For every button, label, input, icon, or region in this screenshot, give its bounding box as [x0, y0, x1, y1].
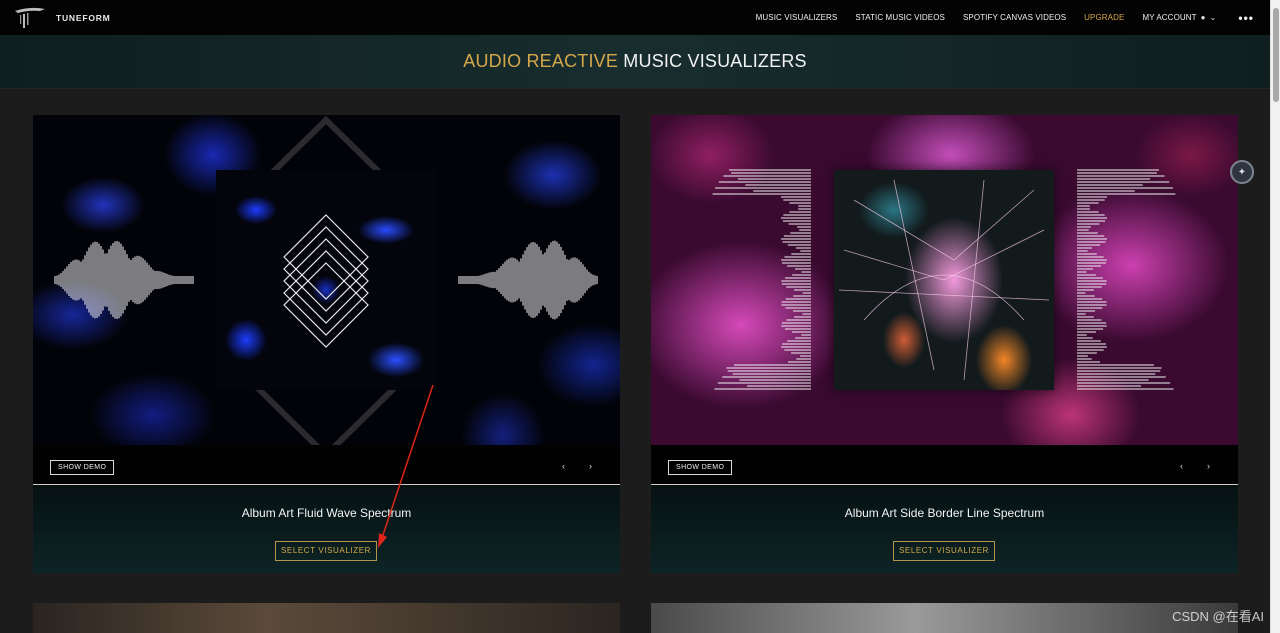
- page-hero: AUDIO REACTIVE MUSIC VISUALIZERS: [0, 35, 1270, 89]
- user-icon: ●: [1200, 13, 1206, 22]
- card-title: Album Art Side Border Line Spectrum: [844, 506, 1045, 520]
- page-scrollbar[interactable]: [1270, 0, 1280, 633]
- chevron-left-icon[interactable]: ‹: [562, 461, 565, 471]
- select-visualizer-button[interactable]: SELECT VISUALIZER: [893, 541, 995, 561]
- visualizer-card-2: SHOW DEMO ‹ › Album Art Side Border Line…: [651, 115, 1238, 573]
- show-demo-button[interactable]: SHOW DEMO: [50, 460, 115, 475]
- nav-links: MUSIC VISUALIZERS STATIC MUSIC VIDEOS SP…: [738, 11, 1254, 25]
- waveform-bars: [54, 240, 598, 320]
- side-line-spectrum: [712, 169, 1176, 390]
- show-demo-button[interactable]: SHOW DEMO: [668, 460, 733, 475]
- visualizer-card-3-preview[interactable]: [33, 603, 620, 633]
- tuneform-logo-icon: [15, 7, 45, 28]
- chevron-right-icon[interactable]: ›: [589, 461, 592, 471]
- page-title-accent: AUDIO REACTIVE: [463, 51, 619, 71]
- nav-upgrade[interactable]: UPGRADE: [1084, 13, 1124, 22]
- scrollbar-thumb[interactable]: [1273, 8, 1279, 102]
- page-title-rest: MUSIC VISUALIZERS: [623, 51, 807, 71]
- nav-music-visualizers[interactable]: MUSIC VISUALIZERS: [756, 13, 838, 22]
- brand-logo[interactable]: TUNEFORM: [14, 7, 111, 29]
- preview-controls: SHOW DEMO ‹ ›: [651, 445, 1238, 485]
- chevron-down-icon: ⌄: [1209, 13, 1217, 22]
- card-title: Album Art Fluid Wave Spectrum: [241, 506, 412, 520]
- page-title: AUDIO REACTIVE MUSIC VISUALIZERS: [463, 51, 806, 72]
- chevron-right-icon[interactable]: ›: [1207, 461, 1210, 471]
- nav-static-music-videos[interactable]: STATIC MUSIC VIDEOS: [855, 13, 945, 22]
- visualizer-card-4-preview[interactable]: [651, 603, 1238, 633]
- visualizer-preview[interactable]: [651, 115, 1238, 445]
- watermark-text: CSDN @在看AI: [1172, 609, 1264, 624]
- visualizer-preview[interactable]: [33, 115, 620, 445]
- brand-name: TUNEFORM: [56, 12, 111, 23]
- chevron-left-icon[interactable]: ‹: [1180, 461, 1183, 471]
- assistant-icon[interactable]: ✦: [1230, 160, 1254, 184]
- ellipsis-icon[interactable]: •••: [1238, 11, 1254, 25]
- nav-spotify-canvas-videos[interactable]: SPOTIFY CANVAS VIDEOS: [963, 13, 1066, 22]
- preview-controls: SHOW DEMO ‹ ›: [33, 445, 620, 485]
- my-account-menu[interactable]: MY ACCOUNT ● ⌄: [1142, 13, 1216, 22]
- my-account-label: MY ACCOUNT: [1142, 13, 1197, 22]
- select-visualizer-button[interactable]: SELECT VISUALIZER: [275, 541, 377, 561]
- visualizer-card-1: SHOW DEMO ‹ › Album Art Fluid Wave Spect…: [33, 115, 620, 573]
- card-info: Album Art Fluid Wave Spectrum SELECT VIS…: [33, 486, 620, 573]
- card-info: Album Art Side Border Line Spectrum SELE…: [651, 486, 1238, 573]
- top-nav: TUNEFORM MUSIC VISUALIZERS STATIC MUSIC …: [0, 0, 1270, 35]
